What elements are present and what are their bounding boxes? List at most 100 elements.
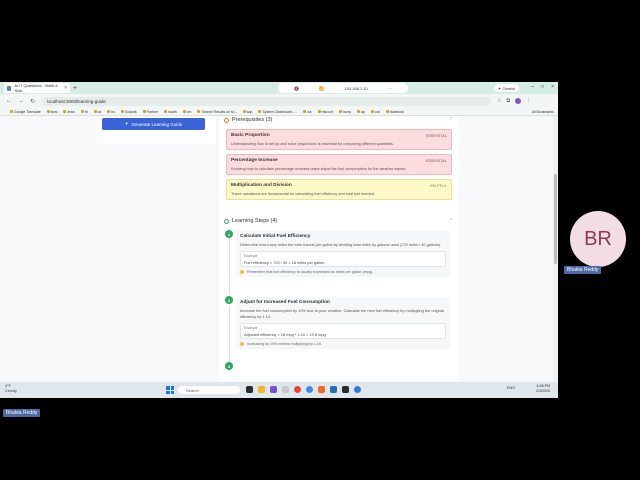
step-example: Example Adjusted efficiency = 18 mpg * 1… [240,323,446,339]
prerequisite-tag: ESSENTIAL [425,134,447,138]
bookmark-item[interactable]: hcow [339,110,351,114]
taskbar-apps [246,386,361,393]
bookmark-item[interactable]: cdr [371,110,380,114]
prerequisite-desc: These operations are fundamental for cal… [231,192,375,196]
step-desc: Determine how many miles the train trave… [240,242,442,247]
prerequisite-item: Percentage Increase ESSENTIAL Knowing ho… [226,154,452,175]
weather-widget[interactable]: 4°F Cloudy [5,384,17,394]
terminal-icon[interactable] [342,386,349,393]
bookmark-item[interactable]: Search Results on M... [197,110,236,114]
url-input[interactable]: localhost:3000/learning-guide [41,96,492,106]
participant-avatar: BR [570,211,626,267]
profile-avatar[interactable] [515,98,522,104]
weather-desc: Cloudy [5,389,17,393]
page-content: ✦ Generate Learning Guide Prerequisites … [0,116,558,398]
bookmark-item[interactable]: mkconf [318,110,333,114]
close-tab-icon[interactable]: × [64,85,67,91]
page-scrollbar[interactable] [553,116,558,398]
extensions-icon[interactable]: ⧉ [507,98,511,104]
bookmark-item[interactable]: dz [94,110,102,114]
bookmark-item[interactable]: sap [243,110,253,114]
gemini-button[interactable]: ✦ Gemini [494,84,520,92]
bookmark-item[interactable]: System Dashboard -... [258,110,297,114]
settings-icon[interactable] [282,386,289,393]
bookmark-item[interactable]: Scipark [121,110,137,114]
back-icon[interactable]: ← [6,98,12,104]
learning-steps-heading[interactable]: Learning Steps (4) [224,218,277,224]
browser-tab[interactable]: ACT Questions - Math & Scie... × [4,83,70,93]
mute-icon[interactable]: 🔇 [294,86,299,91]
remote-session-bar[interactable]: 🔇 📶 192.168.1.10 ⋯ [278,83,408,93]
teams-icon[interactable] [270,386,277,393]
bookmark-item[interactable]: cm [183,110,192,114]
bookmark-star-icon[interactable]: ☆ [497,98,501,104]
more-icon[interactable]: ⋯ [388,86,392,91]
prerequisite-tag: ESSENTIAL [425,159,447,163]
step-card: Calculate Initial Fuel Efficiency Determ… [236,231,450,277]
generate-learning-guide-button[interactable]: ✦ Generate Learning Guide [102,118,205,130]
window-controls: – □ × [531,84,554,90]
prerequisites-heading[interactable]: Prerequisites (3) [224,117,272,123]
tip-text: Remember that fuel efficiency is usually… [247,270,374,274]
bookmark-item[interactable]: sauth [164,110,177,114]
vscode-icon[interactable] [330,386,337,393]
task-view-icon[interactable] [246,386,253,393]
participant-name-tag: Bhakta Reddy [564,266,602,274]
sparkle-icon: ✦ [124,121,129,126]
step-connector [229,306,230,362]
step-tip: Increasing by 10% means multiplying by 1… [240,342,446,346]
windows-start-icon[interactable] [166,386,174,394]
generate-button-label: Generate Learning Guide [131,121,183,127]
prerequisite-desc: Understanding how to set up and solve pr… [231,142,394,146]
file-explorer-icon[interactable] [258,386,265,393]
menu-icon[interactable]: ⋮ [526,98,531,104]
taskbar-search-input[interactable]: Search [178,386,240,394]
step-card: Adjust for Increased Fuel Consumption In… [236,297,450,349]
remote-address: 192.168.1.10 [344,85,368,91]
app-icon[interactable] [318,386,325,393]
steps-icon [224,218,229,224]
step-title: Adjust for Increased Fuel Consumption [240,300,330,305]
close-window-icon[interactable]: × [551,84,554,90]
example-text: Fuel efficiency = 720 / 40 = 18 miles pe… [244,260,326,265]
bookmark-item[interactable]: ersw [63,110,74,114]
step-connector [229,238,230,294]
step-example: Example Fuel efficiency = 720 / 40 = 18 … [240,251,446,267]
edge-icon[interactable] [306,386,313,393]
prerequisite-desc: Knowing how to calculate percentage incr… [231,167,407,171]
prerequisites-icon [224,117,229,123]
bookmark-item[interactable]: strat [47,110,58,114]
bookmark-item[interactable]: bs [107,110,115,114]
self-name-tag: Bhakta Reddy [3,409,41,417]
example-text: Adjusted efficiency = 18 mpg * 1.10 = 19… [244,332,326,337]
desktop-screen: ACT Questions - Math & Scie... × + 🔇 📶 1… [0,82,558,398]
collapse-prerequisites-icon[interactable]: ⌃ [449,117,453,123]
bookmark-item[interactable]: ap [357,110,365,114]
toolbar-icons: ☆ ⧉ ⋮ [497,98,531,104]
forward-icon[interactable]: → [18,98,24,104]
prerequisite-title: Multiplication and Division [231,183,292,188]
bookmark-item[interactable]: Partner [143,110,158,114]
scrollbar-thumb[interactable] [554,174,557,264]
collapse-steps-icon[interactable]: ⌃ [449,218,453,224]
reload-icon[interactable]: ↻ [30,98,35,105]
all-bookmarks-button[interactable]: All Bookmarks [532,110,554,114]
tab-favicon-icon [7,85,12,91]
maximize-icon[interactable]: □ [541,84,544,90]
bookmark-item[interactable]: Google Translate [10,110,41,114]
windows-taskbar: 4°F Cloudy Search ENG 6:48 PM 2/3/2026 [0,382,558,398]
bookmark-item[interactable]: wk [303,110,311,114]
lightbulb-icon [240,270,244,274]
bookmark-item[interactable]: facebook [386,110,404,114]
example-label: Example [244,254,258,258]
bookmarks-bar: Google Translate strat ersw fit dz bs Sc… [0,108,558,116]
step-title: Calculate Initial Fuel Efficiency [240,234,311,239]
new-tab-button[interactable]: + [73,85,77,92]
system-tray[interactable]: ENG [507,386,515,390]
bookmark-item[interactable]: fit [81,110,88,114]
minimize-icon[interactable]: – [531,84,534,90]
step-tip: Remember that fuel efficiency is usually… [240,270,446,274]
chrome-icon[interactable] [294,386,301,393]
taskbar-clock[interactable]: 6:48 PM 2/3/2026 [536,384,550,394]
zoom-icon[interactable] [354,386,361,393]
